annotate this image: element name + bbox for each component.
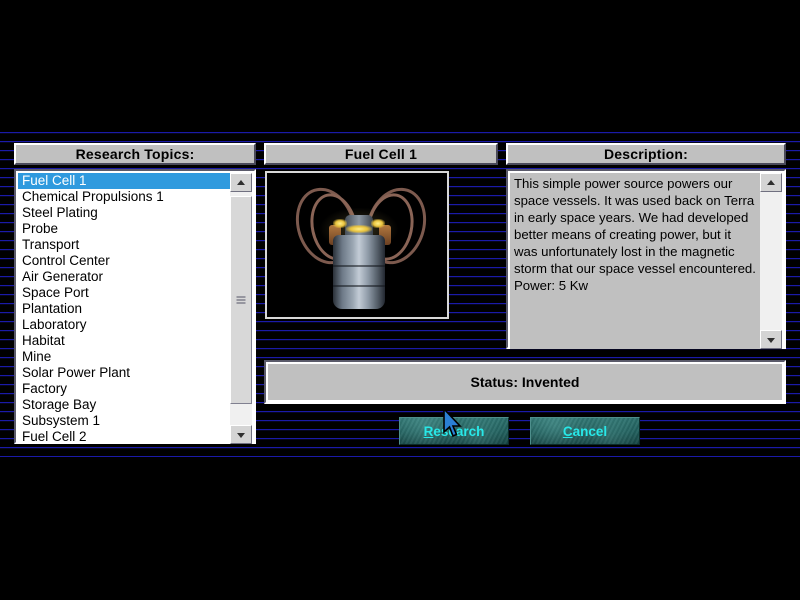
research-button-accelerator: R [423,423,434,439]
grip-icon [236,296,246,304]
status-text: Status: Invented [268,364,782,400]
list-item[interactable]: Laboratory [18,317,234,333]
preview-title-header: Fuel Cell 1 [264,143,498,165]
list-item[interactable]: Factory [18,381,234,397]
tank-band [333,265,385,267]
cancel-button-label: ancel [572,423,608,439]
cancel-button-accelerator: C [562,423,573,439]
description-header: Description: [506,143,786,165]
game-screen: Research Topics: Fuel Cell 1 Chemical Pro… [0,0,800,600]
chevron-up-icon [767,179,775,185]
list-item[interactable]: Fuel Cell 1 [18,173,234,189]
list-item[interactable]: Air Generator [18,269,234,285]
research-topics-header: Research Topics: [14,143,256,165]
list-item[interactable]: Probe [18,221,234,237]
description-scrollbar[interactable] [760,173,782,349]
status-panel: Status: Invented [264,360,786,404]
list-item[interactable]: Subsystem 1 [18,413,234,429]
list-item[interactable]: Solar Power Plant [18,365,234,381]
research-topics-panel: Fuel Cell 1 Chemical Propulsions 1 Steel P… [14,169,256,444]
spark-icon [333,219,347,228]
list-item[interactable]: Control Center [18,253,234,269]
research-button-label: esearch [433,423,485,439]
list-item[interactable]: Plantation [18,301,234,317]
topics-scroll-down-button[interactable] [230,425,252,444]
topics-scrollbar-thumb[interactable] [230,196,252,404]
chevron-up-icon [237,179,245,185]
spark-icon [346,225,372,233]
topics-scroll-up-button[interactable] [230,173,252,192]
list-item[interactable]: Habitat [18,333,234,349]
chevron-down-icon [767,337,775,343]
list-item[interactable]: Space Port [18,285,234,301]
list-item[interactable]: Fuel Cell 2 [18,429,234,444]
list-item[interactable]: Mine [18,349,234,365]
spark-icon [371,219,385,228]
list-item[interactable]: Storage Bay [18,397,234,413]
research-topics-list[interactable]: Fuel Cell 1 Chemical Propulsions 1 Steel P… [18,173,234,444]
description-scrollbar-track[interactable] [760,192,782,330]
list-item[interactable]: Steel Plating [18,205,234,221]
tank-body [333,235,385,309]
description-scroll-up-button[interactable] [760,173,782,192]
description-text: This simple power source powers our spac… [510,173,760,349]
description-scroll-down-button[interactable] [760,330,782,349]
research-button[interactable]: Research [399,417,509,445]
topics-scrollbar[interactable] [230,173,252,444]
cancel-button[interactable]: Cancel [530,417,640,445]
list-item[interactable]: Chemical Propulsions 1 [18,189,234,205]
technology-image-frame [265,171,449,319]
fuel-cell-illustration [267,173,447,317]
list-item[interactable]: Transport [18,237,234,253]
description-panel: This simple power source powers our spac… [506,169,786,349]
chevron-down-icon [237,432,245,438]
tank-band [333,285,385,287]
